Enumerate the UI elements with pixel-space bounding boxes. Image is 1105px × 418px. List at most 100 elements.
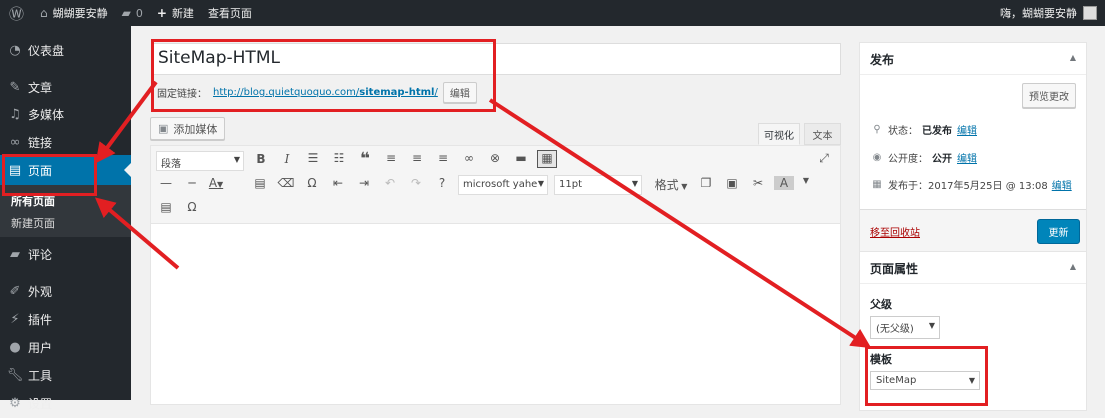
template-select[interactable]: SiteMap ▼ bbox=[870, 371, 980, 390]
dropdown-arrow-icon: ▼ bbox=[928, 321, 935, 330]
media-icon: ♫ bbox=[9, 106, 21, 122]
blockquote-icon[interactable]: ❝ bbox=[355, 149, 375, 169]
status-edit-link[interactable]: 编辑 bbox=[957, 122, 977, 137]
published-row: ▦ 发布于： 2017年5月25日 @ 13:08 编辑 bbox=[870, 177, 1072, 192]
bullet-list-icon[interactable]: ☰ bbox=[303, 151, 323, 165]
new-content-link[interactable]: + 新建 bbox=[150, 0, 201, 26]
paste-icon[interactable]: ▣ bbox=[722, 176, 742, 190]
paste-word-icon[interactable]: ▤ bbox=[156, 200, 176, 214]
view-page-link[interactable]: 查看页面 bbox=[201, 0, 259, 26]
align-center-icon[interactable]: ≡ bbox=[407, 151, 427, 165]
admin-bar: Ⓦ ⌂ 蝴蝴要安静 ▰ 0 + 新建 查看页面 嗨，蝴蝴要安静 bbox=[0, 0, 1105, 26]
read-more-icon[interactable]: ▬ bbox=[511, 151, 531, 165]
parent-label: 父级 bbox=[870, 298, 892, 311]
permalink-edit-button[interactable]: 编辑 bbox=[442, 82, 477, 103]
special-character-icon[interactable]: Ω bbox=[302, 176, 322, 190]
visibility-edit-link[interactable]: 编辑 bbox=[957, 150, 977, 165]
status-row: ⚲ 状态： 已发布 编辑 bbox=[870, 122, 977, 137]
dropdown-arrow-icon: ▼ bbox=[631, 179, 638, 188]
sidebar-item-posts[interactable]: ✎ 文章 bbox=[0, 72, 131, 102]
wordpress-logo-icon[interactable]: Ⓦ bbox=[0, 0, 33, 26]
published-edit-link[interactable]: 编辑 bbox=[1052, 177, 1072, 192]
undo-icon[interactable]: ↶ bbox=[380, 176, 400, 190]
editor-toolbar: 段落 ▼ B I ☰ ☷ ❝ ≡ ≡ ≡ ∞ ⊗ ▬ ▦ ⤢ — ─ A▼ ▤ ⌫… bbox=[151, 146, 840, 224]
outdent-icon[interactable]: ⇤ bbox=[328, 176, 348, 190]
horizontal-line-icon[interactable]: ─ bbox=[182, 176, 202, 190]
pages-submenu: 所有页面 新建页面 bbox=[0, 185, 131, 237]
indent-icon[interactable]: ⇥ bbox=[354, 176, 374, 190]
collapse-icon[interactable]: ▲ bbox=[1070, 53, 1076, 62]
dropdown-arrow-icon[interactable]: ▼ bbox=[796, 176, 816, 185]
sidebar-item-media[interactable]: ♫ 多媒体 bbox=[0, 99, 131, 129]
fullscreen-icon[interactable]: ⤢ bbox=[814, 151, 834, 166]
eye-icon: ◉ bbox=[872, 152, 882, 163]
unlink-icon[interactable]: ⊗ bbox=[485, 151, 505, 165]
cut-icon[interactable]: ✂ bbox=[748, 176, 768, 190]
comments-link[interactable]: ▰ 0 bbox=[115, 0, 150, 26]
redo-icon[interactable]: ↷ bbox=[406, 176, 426, 190]
sidebar-item-links[interactable]: ∞ 链接 bbox=[0, 127, 131, 157]
omega-icon[interactable]: Ω bbox=[182, 200, 202, 214]
media-icon: ▣ bbox=[158, 122, 169, 135]
formats-menu[interactable]: 格式 ▼ bbox=[651, 176, 691, 193]
dropdown-arrow-icon: ▼ bbox=[233, 155, 240, 164]
font-size-select[interactable]: 11pt ▼ bbox=[554, 175, 642, 195]
preview-changes-button[interactable]: 预览更改 bbox=[1022, 83, 1076, 108]
user-icon: ● bbox=[9, 339, 21, 355]
align-right-icon[interactable]: ≡ bbox=[433, 151, 453, 165]
sidebar-item-comments[interactable]: ▰ 评论 bbox=[0, 239, 131, 269]
title-input[interactable]: SiteMap-HTML bbox=[151, 43, 841, 75]
tab-text[interactable]: 文本 bbox=[804, 123, 841, 145]
numbered-list-icon[interactable]: ☷ bbox=[329, 151, 349, 165]
comment-icon: ▰ bbox=[121, 6, 131, 20]
site-name-link[interactable]: ⌂ 蝴蝴要安静 bbox=[33, 0, 115, 26]
sidebar-item-pages[interactable]: ▤ 页面 bbox=[0, 155, 131, 185]
editor: 段落 ▼ B I ☰ ☷ ❝ ≡ ≡ ≡ ∞ ⊗ ▬ ▦ ⤢ — ─ A▼ ▤ ⌫… bbox=[150, 145, 841, 405]
move-to-trash-link[interactable]: 移至回收站 bbox=[870, 224, 920, 239]
background-color-icon[interactable]: A bbox=[774, 176, 794, 190]
admin-sidebar: ◔ 仪表盘 ✎ 文章 ♫ 多媒体 ∞ 链接 ▤ 页面 所有页面 新建页面 ▰ 评论 ✐ 外观 … bbox=[0, 26, 131, 411]
font-family-select[interactable]: microsoft yahe ▼ bbox=[458, 175, 548, 195]
permalink: 固定链接： http://blog.quietquoquo.com/sitema… bbox=[157, 82, 477, 103]
calendar-icon: ▦ bbox=[872, 179, 882, 190]
brush-icon: ✐ bbox=[9, 283, 21, 299]
paragraph-format-select[interactable]: 段落 ▼ bbox=[156, 151, 244, 171]
plus-icon: + bbox=[156, 6, 167, 20]
publish-header[interactable]: 发布 ▲ bbox=[860, 43, 1086, 75]
clear-formatting-icon[interactable]: ⌫ bbox=[276, 176, 296, 190]
add-media-button[interactable]: ▣ 添加媒体 bbox=[150, 117, 226, 140]
tab-visual[interactable]: 可视化 bbox=[758, 123, 800, 145]
strikethrough-icon[interactable]: — bbox=[156, 176, 176, 190]
bold-icon[interactable]: B bbox=[251, 152, 271, 166]
update-button[interactable]: 更新 bbox=[1037, 219, 1080, 244]
visibility-row: ◉ 公开度： 公开 编辑 bbox=[870, 150, 977, 165]
sidebar-item-dashboard[interactable]: ◔ 仪表盘 bbox=[0, 35, 131, 65]
plugin-icon: ⚡ bbox=[10, 311, 20, 327]
sidebar-item-appearance[interactable]: ✐ 外观 bbox=[0, 276, 131, 306]
parent-select[interactable]: (无父级) ▼ bbox=[870, 316, 940, 339]
template-label: 模板 bbox=[870, 353, 892, 366]
align-left-icon[interactable]: ≡ bbox=[381, 151, 401, 165]
italic-icon[interactable]: I bbox=[277, 152, 297, 166]
page-icon: ▤ bbox=[8, 162, 22, 178]
help-icon[interactable]: ? bbox=[432, 176, 452, 190]
avatar bbox=[1083, 6, 1097, 20]
copy-icon[interactable]: ❐ bbox=[696, 176, 716, 190]
sidebar-item-plugins[interactable]: ⚡ 插件 bbox=[0, 304, 131, 334]
page-attributes-box: 页面属性 ▲ 父级 (无父级) ▼ 模板 SiteMap ▼ bbox=[859, 251, 1087, 411]
collapse-icon[interactable]: ▲ bbox=[1070, 262, 1076, 271]
text-color-icon[interactable]: A▼ bbox=[206, 176, 226, 190]
sidebar-item-tools[interactable]: 🔧︎ 工具 bbox=[0, 360, 131, 390]
submenu-new-page[interactable]: 新建页面 bbox=[11, 215, 55, 231]
submenu-all-pages[interactable]: 所有页面 bbox=[11, 193, 55, 209]
sidebar-item-settings[interactable]: ⚙ 设置 bbox=[0, 388, 131, 418]
sidebar-item-users[interactable]: ● 用户 bbox=[0, 332, 131, 362]
toolbar-toggle-icon[interactable]: ▦ bbox=[537, 150, 557, 168]
insert-link-icon[interactable]: ∞ bbox=[459, 151, 479, 165]
paste-text-icon[interactable]: ▤ bbox=[250, 176, 270, 190]
dashboard-icon: ◔ bbox=[9, 42, 21, 58]
account-menu[interactable]: 嗨，蝴蝴要安静 bbox=[1000, 0, 1097, 26]
page-attributes-header[interactable]: 页面属性 ▲ bbox=[860, 252, 1086, 284]
permalink-link[interactable]: http://blog.quietquoquo.com/sitemap-html… bbox=[213, 87, 438, 98]
main-content: SiteMap-HTML 固定链接： http://blog.quietquoq… bbox=[131, 26, 1105, 411]
